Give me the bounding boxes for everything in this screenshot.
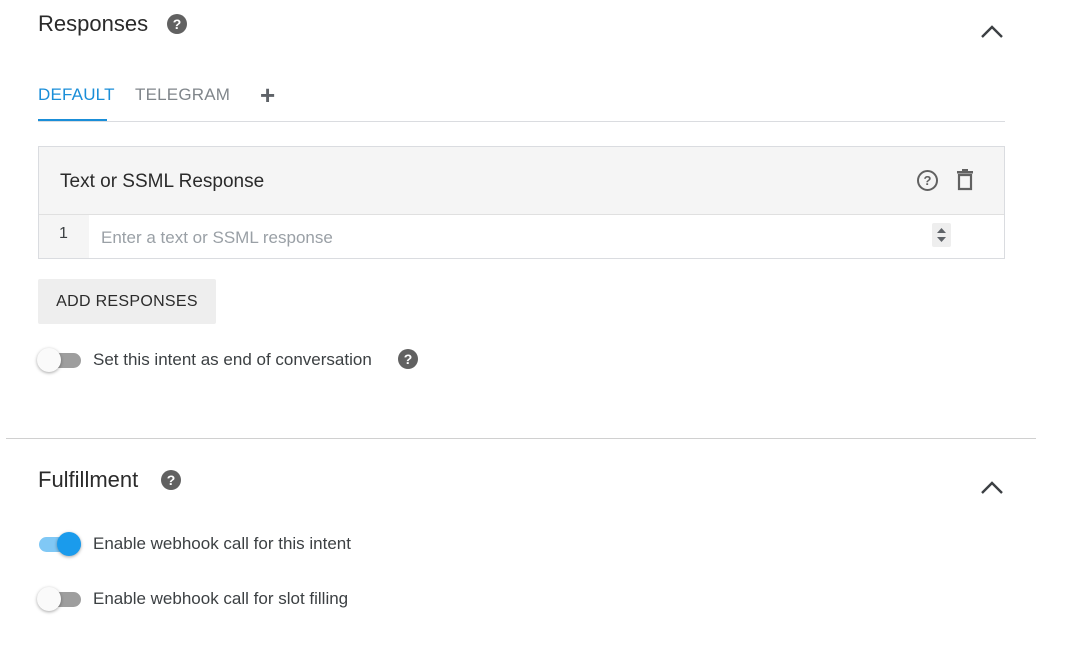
webhook-slot-toggle[interactable] <box>37 586 83 612</box>
response-text-input[interactable] <box>99 223 923 253</box>
webhook-intent-toggle[interactable] <box>37 531 83 557</box>
end-conversation-help-icon[interactable]: ? <box>398 349 418 369</box>
text-response-card: Text or SSML Response ? 1 <box>38 146 1005 259</box>
responses-title: Responses <box>38 11 149 36</box>
response-tabs: DEFAULT TELEGRAM + <box>38 72 1005 122</box>
delete-trash-icon[interactable] <box>955 169 975 191</box>
section-divider <box>6 438 1036 439</box>
fulfillment-title: Fulfillment <box>38 467 139 492</box>
card-help-outline-icon[interactable]: ? <box>917 170 938 191</box>
fulfillment-help-icon[interactable]: ? <box>161 470 181 490</box>
add-tab-plus-icon[interactable]: + <box>260 80 275 111</box>
toggle-thumb <box>37 348 61 372</box>
intent-editor: Responses ? DEFAULT TELEGRAM + Text or S… <box>0 0 1073 655</box>
responses-help-icon[interactable]: ? <box>167 14 187 34</box>
card-title: Text or SSML Response <box>60 171 265 192</box>
toggle-thumb <box>57 532 81 556</box>
tab-telegram[interactable]: TELEGRAM <box>135 85 230 105</box>
reorder-stepper-icon[interactable] <box>932 223 951 247</box>
response-row-number: 1 <box>39 215 89 258</box>
fulfillment-collapse-chevron-up-icon[interactable] <box>980 476 1004 500</box>
end-conversation-label: Set this intent as end of conversation <box>93 350 372 369</box>
active-tab-indicator <box>38 119 107 121</box>
card-header: Text or SSML Response ? <box>39 147 1004 215</box>
webhook-slot-label: Enable webhook call for slot filling <box>93 589 349 608</box>
end-conversation-toggle[interactable] <box>37 347 83 373</box>
add-responses-button[interactable]: ADD RESPONSES <box>38 279 216 324</box>
responses-collapse-chevron-up-icon[interactable] <box>980 20 1004 44</box>
webhook-intent-label: Enable webhook call for this intent <box>93 534 351 553</box>
tab-default[interactable]: DEFAULT <box>38 85 115 105</box>
toggle-thumb <box>37 587 61 611</box>
